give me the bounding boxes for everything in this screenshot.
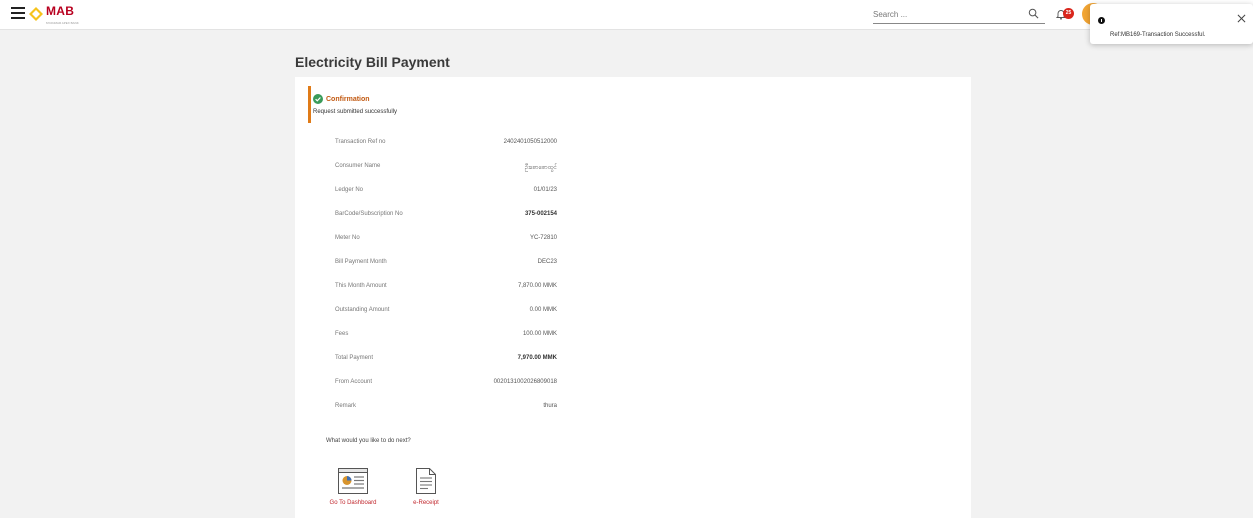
logo-text: MAB bbox=[46, 4, 75, 18]
notification-badge: 25 bbox=[1063, 8, 1074, 19]
detail-label: Meter No bbox=[335, 235, 360, 241]
confirmation-title: Confirmation bbox=[326, 96, 370, 103]
info-icon bbox=[1098, 17, 1105, 24]
detail-value: DEC23 bbox=[537, 259, 557, 265]
detail-row: Ledger No 01/01/23 bbox=[335, 185, 557, 209]
success-toast: Ref:MB169-Transaction Successful. bbox=[1090, 4, 1253, 44]
e-receipt-label: e-Receipt bbox=[413, 500, 439, 506]
confirmation-subtitle: Request submitted successfully bbox=[313, 109, 398, 115]
detail-label: From Account bbox=[335, 379, 373, 385]
detail-label: Bill Payment Month bbox=[335, 259, 387, 265]
dashboard-icon bbox=[338, 468, 368, 494]
toast-message: Ref:MB169-Transaction Successful. bbox=[1110, 32, 1206, 38]
detail-value: 375-002154 bbox=[524, 211, 557, 217]
detail-value: 7,970.00 MMK bbox=[517, 355, 557, 361]
go-to-dashboard-button[interactable]: Go To Dashboard bbox=[328, 468, 378, 506]
detail-value: thura bbox=[543, 403, 557, 409]
logo-diamond-icon bbox=[29, 7, 43, 21]
detail-label: Ledger No bbox=[335, 187, 364, 193]
detail-label: Total Payment bbox=[335, 355, 374, 361]
search-box bbox=[873, 4, 1045, 24]
detail-row: BarCode/Subscription No 375-002154 bbox=[335, 209, 557, 233]
detail-row: Meter No YC-72810 bbox=[335, 233, 557, 257]
go-to-dashboard-label: Go To Dashboard bbox=[329, 500, 377, 506]
detail-row: Remark thura bbox=[335, 401, 557, 425]
detail-label: Remark bbox=[335, 403, 357, 409]
close-icon[interactable] bbox=[1237, 14, 1246, 23]
detail-row: From Account 0020131002026809018 bbox=[335, 377, 557, 401]
detail-row: Total Payment 7,970.00 MMK bbox=[335, 353, 557, 377]
detail-label: Outstanding Amount bbox=[335, 307, 390, 313]
detail-value: 100.00 MMK bbox=[522, 331, 557, 337]
transaction-details: Transaction Ref no 2402401050512000 Consu… bbox=[335, 137, 557, 425]
detail-row: Transaction Ref no 2402401050512000 bbox=[335, 137, 557, 161]
detail-value: 7,870.00 MMK bbox=[517, 283, 557, 289]
top-bar: MAB MYANMAR APEX BANK 25 bbox=[0, 0, 1253, 30]
receipt-icon bbox=[416, 468, 436, 494]
detail-row: Consumer Name ဦးစောစောထွင် bbox=[335, 161, 557, 185]
detail-label: BarCode/Subscription No bbox=[335, 211, 403, 217]
check-circle-icon bbox=[313, 94, 323, 104]
detail-value: 2402401050512000 bbox=[503, 139, 557, 145]
detail-label: Transaction Ref no bbox=[335, 139, 386, 145]
confirmation-card: Confirmation Request submitted successfu… bbox=[295, 77, 971, 518]
detail-row: Fees 100.00 MMK bbox=[335, 329, 557, 353]
logo-tagline: MYANMAR APEX BANK bbox=[46, 21, 79, 25]
page-title: Electricity Bill Payment bbox=[295, 54, 450, 70]
detail-row: Outstanding Amount 0.00 MMK bbox=[335, 305, 557, 329]
detail-label: Consumer Name bbox=[335, 163, 381, 169]
detail-value: YC-72810 bbox=[529, 235, 557, 241]
detail-row: This Month Amount 7,870.00 MMK bbox=[335, 281, 557, 305]
logo[interactable]: MAB MYANMAR APEX BANK bbox=[29, 4, 79, 26]
confirmation-accent-bar bbox=[308, 86, 311, 123]
next-steps-question: What would you like to do next? bbox=[326, 438, 411, 444]
detail-value: 0.00 MMK bbox=[529, 307, 557, 313]
detail-value: 0020131002026809018 bbox=[493, 379, 557, 385]
e-receipt-button[interactable]: e-Receipt bbox=[409, 468, 443, 506]
search-icon[interactable] bbox=[1028, 8, 1039, 19]
search-input[interactable] bbox=[873, 6, 1023, 22]
detail-row: Bill Payment Month DEC23 bbox=[335, 257, 557, 281]
hamburger-menu-icon[interactable] bbox=[11, 7, 25, 19]
detail-value: ဦးစောစောထွင် bbox=[524, 165, 557, 171]
detail-value: 01/01/23 bbox=[533, 187, 557, 193]
detail-label: Fees bbox=[335, 331, 349, 337]
detail-label: This Month Amount bbox=[335, 283, 387, 289]
